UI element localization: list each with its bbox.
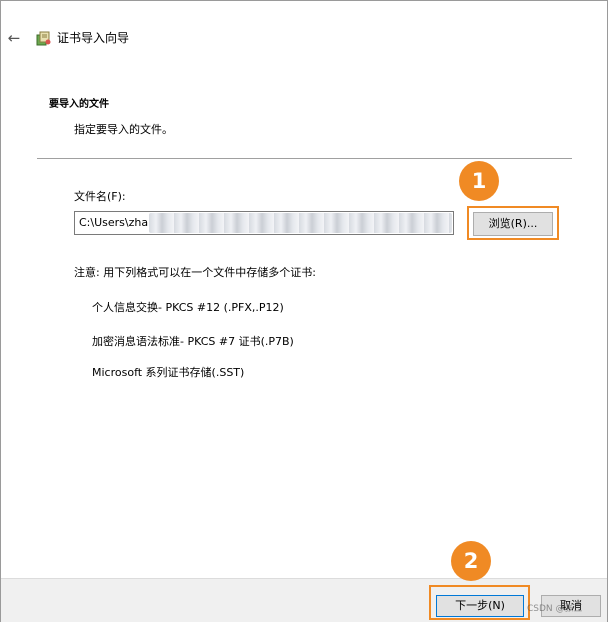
next-button[interactable]: 下一步(N) (436, 595, 524, 617)
format-item-sst: Microsoft 系列证书存储(.SST) (92, 366, 245, 379)
certificate-wizard-icon (36, 31, 51, 46)
section-title: 要导入的文件 (49, 99, 109, 110)
step-badge-2: 2 (451, 541, 491, 581)
back-arrow-icon[interactable]: ← (5, 29, 23, 47)
format-item-p7b: 加密消息语法标准- PKCS #7 证书(.P7B) (92, 335, 294, 348)
section-description: 指定要导入的文件。 (74, 123, 173, 136)
formats-note: 注意: 用下列格式可以在一个文件中存储多个证书: (74, 266, 316, 279)
file-name-label: 文件名(F): (74, 190, 126, 203)
certificate-import-wizard-window: ← 证书导入向导 要导入的文件 指定要导入的文件。 文件名(F): C:\Use… (0, 0, 608, 622)
step-badge-1: 1 (459, 161, 499, 201)
cancel-button[interactable]: 取消 (541, 595, 601, 617)
header-divider (37, 158, 572, 159)
format-item-pfx: 个人信息交换- PKCS #12 (.PFX,.P12) (92, 301, 284, 314)
wizard-title-bar: ← 证书导入向导 (1, 23, 607, 55)
redacted-path-overlay (149, 213, 452, 233)
browse-button[interactable]: 浏览(R)... (473, 212, 553, 236)
wizard-title: 证书导入向导 (57, 31, 130, 45)
